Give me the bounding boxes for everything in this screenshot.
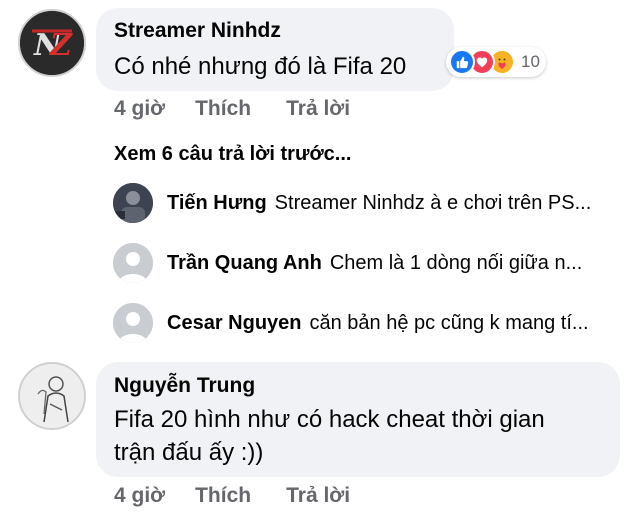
default-avatar-icon[interactable]: [113, 243, 153, 283]
comment-bubble: Nguyễn Trung Fifa 20 hình như có hack ch…: [96, 362, 620, 477]
view-previous-replies-link[interactable]: Xem 6 câu trả lời trước...: [114, 143, 351, 166]
svg-text:Z: Z: [49, 28, 73, 63]
reply-author[interactable]: Trần Quang Anh: [167, 252, 322, 275]
reaction-count: 10: [521, 52, 540, 71]
reply-text: Streamer Ninhdz à e chơi trên PS...: [274, 191, 592, 214]
comment-actions: 4 giờ Thích Trả lời: [114, 484, 350, 508]
reply-author[interactable]: Tiến Hưng: [167, 192, 267, 215]
reply-item[interactable]: Trần Quang Anh Chem là 1 dòng nối giữa n…: [113, 243, 582, 283]
comment-author[interactable]: Nguyễn Trung: [114, 374, 255, 398]
like-button[interactable]: Thích: [195, 484, 251, 508]
comment-time[interactable]: 4 giờ: [114, 484, 165, 508]
default-avatar-icon[interactable]: [113, 303, 153, 343]
avatar[interactable]: [18, 362, 86, 430]
reply-button[interactable]: Trả lời: [286, 484, 350, 508]
reaction-summary[interactable]: 10: [446, 47, 546, 77]
like-button[interactable]: Thích: [195, 97, 251, 121]
avatar[interactable]: N Z: [18, 9, 86, 77]
reply-item[interactable]: Tiến Hưng Streamer Ninhdz à e chơi trên …: [113, 183, 591, 223]
avatar[interactable]: [113, 183, 153, 223]
comment-author[interactable]: Streamer Ninhdz: [114, 19, 281, 43]
comment-text-line-1: Fifa 20 hình như có hack cheat thời gian: [114, 406, 545, 433]
streamer-logo-icon: N Z: [20, 11, 84, 75]
sketch-avatar-icon: [20, 364, 84, 428]
reply-author[interactable]: Cesar Nguyen: [167, 312, 302, 335]
reply-text: Chem là 1 dòng nối giữa n...: [329, 251, 583, 274]
comment-text: Có nhé nhưng đó là Fifa 20: [114, 53, 407, 80]
comment-text-line-2: trận đấu ấy :)): [114, 439, 264, 466]
like-icon: [449, 49, 475, 75]
reply-button[interactable]: Trả lời: [286, 97, 350, 121]
reply-item[interactable]: Cesar Nguyen căn bản hệ pc cũng k mang t…: [113, 303, 589, 343]
comment-time[interactable]: 4 giờ: [114, 97, 165, 121]
comment-bubble: Streamer Ninhdz Có nhé nhưng đó là Fifa …: [96, 8, 454, 91]
reply-text: căn bản hệ pc cũng k mang tí...: [309, 311, 589, 334]
comment-actions: 4 giờ Thích Trả lời: [114, 97, 350, 121]
